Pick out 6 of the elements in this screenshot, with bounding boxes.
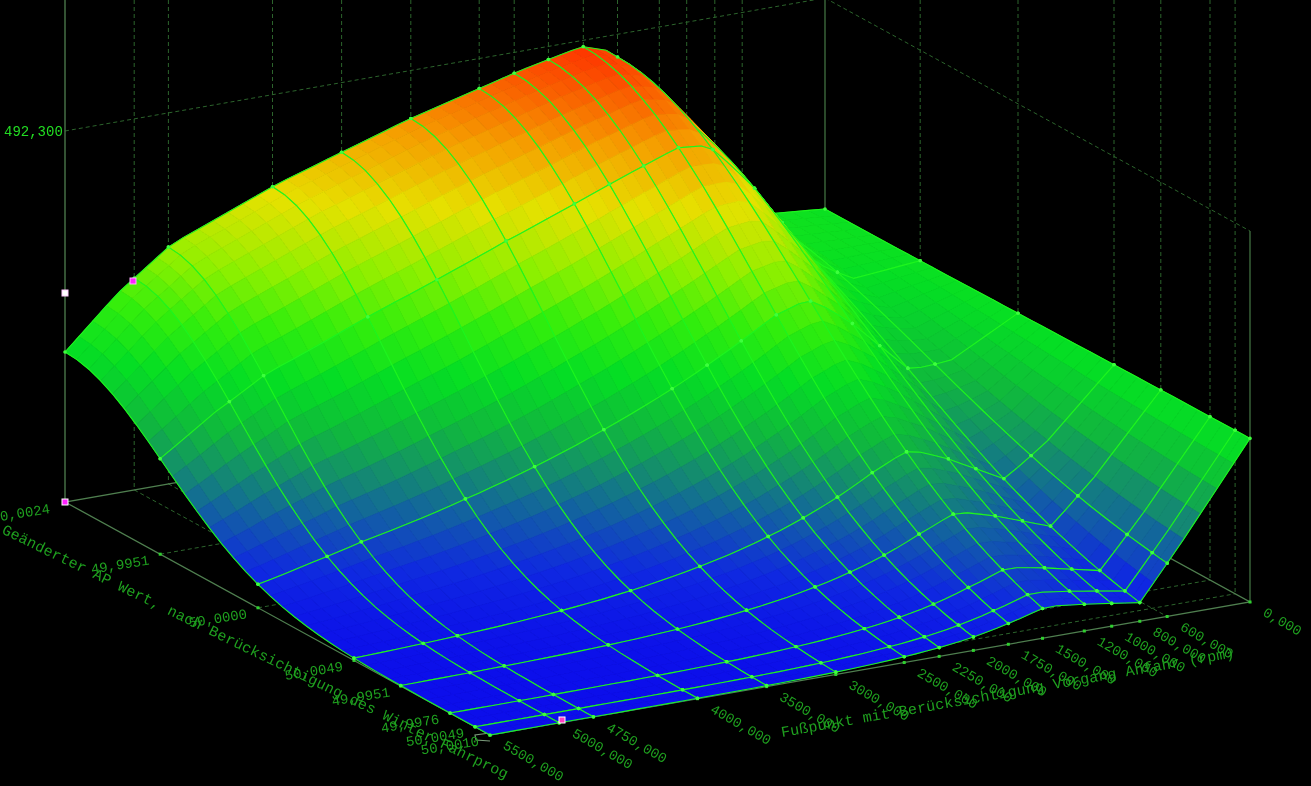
marker-icon xyxy=(61,498,69,506)
marker-icon xyxy=(61,289,69,297)
marker-icon xyxy=(558,716,566,724)
marker-icon xyxy=(129,277,137,285)
tick-label: 0,0024 xyxy=(0,501,52,525)
tick-label: 492,300 xyxy=(4,124,63,140)
